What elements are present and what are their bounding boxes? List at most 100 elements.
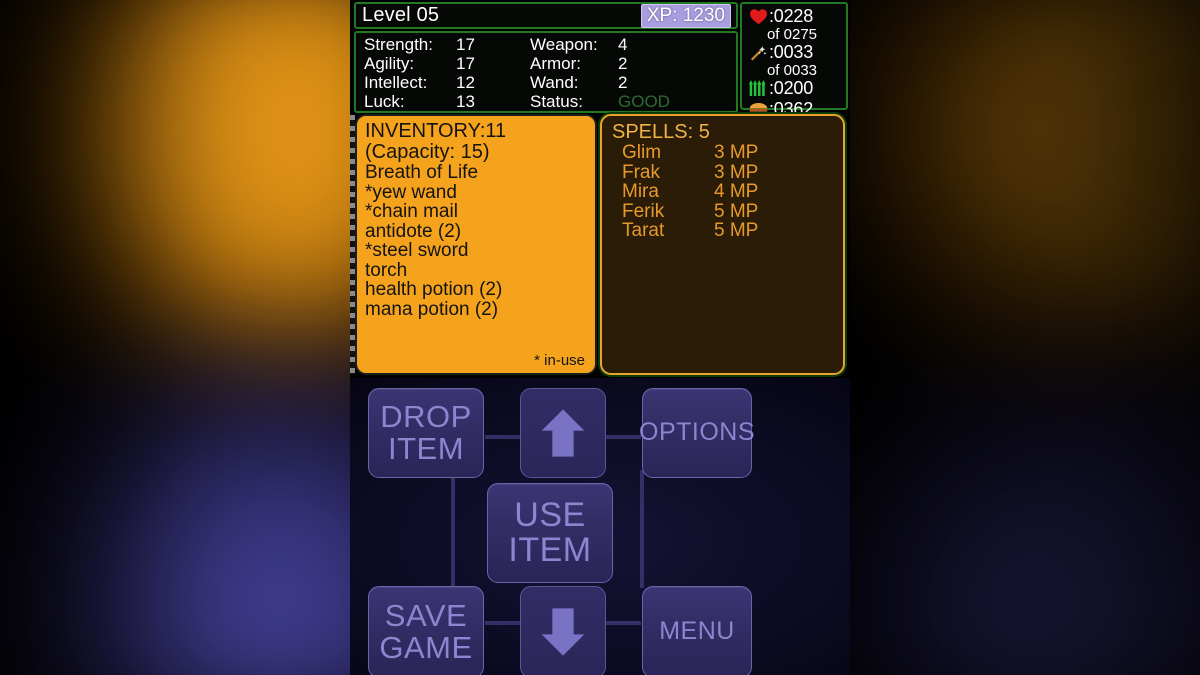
spell-name: Glim [622, 142, 662, 163]
stat-label: Strength: [364, 34, 433, 54]
inventory-list: Breath of Life *yew wand *chain mail ant… [365, 163, 587, 319]
list-item[interactable]: Frak 3 MP [612, 161, 835, 183]
options-button[interactable]: OPTIONS [639, 388, 756, 478]
screen: Level 05 XP: 1230 Strength: 17 Agility: … [0, 0, 1200, 675]
inventory-footnote: * in-use [534, 352, 585, 369]
stat-row: Status: GOOD [530, 92, 724, 111]
stat-value: 13 [456, 91, 475, 111]
save-game-button[interactable]: SAVE GAME [368, 586, 484, 675]
connector-line [605, 435, 641, 439]
hud-stats-area: Level 05 XP: 1230 Strength: 17 Agility: … [350, 0, 740, 113]
spell-cost: 5 MP [714, 200, 759, 222]
connector-line [605, 621, 641, 625]
hud: Level 05 XP: 1230 Strength: 17 Agility: … [350, 0, 850, 119]
wand-icon [747, 44, 769, 62]
stat-value: 4 [618, 34, 628, 54]
use-item-label-line2: ITEM [508, 531, 592, 569]
list-item[interactable]: *chain mail [365, 202, 587, 222]
hp-value: :0228 [769, 6, 814, 26]
stat-row: Armor: 2 [530, 54, 724, 73]
connector-line [485, 435, 521, 439]
list-item[interactable]: antidote (2) [365, 221, 587, 242]
use-item-button[interactable]: USE ITEM [487, 483, 613, 583]
stats-column-equipment: Weapon: 4 Armor: 2 Wand: 2 Status: GOOD [524, 35, 724, 111]
level-label: Level 05 [362, 4, 440, 26]
save-game-label-line2: GAME [379, 630, 473, 665]
vital-mp: :0033 [742, 42, 846, 63]
options-label: OPTIONS [639, 418, 756, 447]
stat-label: Luck: [364, 91, 405, 111]
use-item-label-line1: USE [514, 496, 586, 535]
menu-button[interactable]: MENU [642, 586, 752, 675]
list-item[interactable]: *steel sword [365, 241, 587, 261]
stat-value: 12 [456, 72, 475, 92]
connector-line [640, 470, 644, 588]
stat-row: Strength: 17 [364, 35, 524, 54]
menu-label: MENU [659, 617, 735, 646]
level-bar: Level 05 XP: 1230 [354, 2, 738, 29]
inventory-panel[interactable]: INVENTORY:11 (Capacity: 15) Breath of Li… [355, 114, 597, 375]
stat-value: 17 [456, 53, 475, 73]
stats-column-attributes: Strength: 17 Agility: 17 Intellect: 12 L… [356, 35, 524, 111]
inventory-title: INVENTORY:11 [365, 120, 507, 142]
list-item[interactable]: Glim 3 MP [612, 143, 835, 163]
arrows-icon [747, 80, 769, 98]
stat-row: Agility: 17 [364, 54, 524, 73]
stat-row: Wand: 2 [530, 73, 724, 92]
stat-row: Weapon: 4 [530, 35, 724, 54]
xp-badge: XP: 1230 [640, 3, 731, 28]
drop-item-button[interactable]: DROP ITEM [368, 388, 484, 478]
list-item[interactable]: Tarat 5 MP [612, 221, 835, 241]
spells-title: SPELLS: 5 [612, 121, 710, 143]
spell-cost: 4 MP [714, 181, 759, 202]
list-item[interactable]: torch [365, 260, 587, 281]
backdrop-right-fade [790, 0, 1200, 675]
stat-row: Luck: 13 [364, 92, 524, 111]
arrow-up-icon [541, 409, 585, 457]
spells-list: Glim 3 MP Frak 3 MP Mira 4 MP Ferik 5 MP… [612, 143, 835, 241]
mp-max: of 0033 [766, 62, 818, 79]
spell-name: Mira [622, 181, 659, 202]
list-item[interactable]: Mira 4 MP [612, 182, 835, 202]
backdrop-orange-glow [790, 0, 1200, 383]
list-item[interactable]: Ferik 5 MP [612, 200, 835, 222]
spells-panel-wrap: SPELLS: 5 Glim 3 MP Frak 3 MP Mira 4 MP [600, 112, 850, 378]
spell-name: Frak [622, 161, 660, 183]
backdrop-right [790, 0, 1200, 675]
vital-arrows: :0200 [742, 78, 846, 99]
save-game-label-line1: SAVE [384, 598, 468, 634]
backdrop-purple-glow [790, 322, 1200, 675]
list-item[interactable]: *yew wand [365, 182, 587, 203]
stat-label: Armor: [530, 53, 581, 73]
arrow-down-icon [541, 608, 585, 656]
mp-value: :0033 [769, 42, 814, 62]
spells-panel[interactable]: SPELLS: 5 Glim 3 MP Frak 3 MP Mira 4 MP [600, 114, 845, 375]
scroll-down-button[interactable] [520, 586, 606, 675]
control-pad: DROP ITEM OPTIONS USE ITEM SAVE GAME MEN… [350, 378, 850, 675]
status-badge: GOOD [618, 91, 670, 111]
list-item[interactable]: health potion (2) [365, 280, 587, 300]
stats-box: Strength: 17 Agility: 17 Intellect: 12 L… [354, 31, 738, 113]
stat-label: Weapon: [530, 34, 598, 54]
stat-value: 17 [456, 34, 475, 54]
stat-label: Intellect: [364, 72, 428, 92]
list-item[interactable]: mana potion (2) [365, 299, 587, 320]
stat-value: 2 [618, 53, 628, 73]
spell-cost: 3 MP [714, 142, 759, 163]
drop-item-label-line1: DROP [380, 399, 472, 435]
list-item[interactable]: Breath of Life [365, 163, 587, 183]
stat-label: Wand: [530, 72, 579, 92]
vital-hp: :0228 [742, 6, 846, 27]
stat-row: Intellect: 12 [364, 73, 524, 92]
inventory-panel-wrap: INVENTORY:11 (Capacity: 15) Breath of Li… [350, 112, 600, 378]
panels-row: INVENTORY:11 (Capacity: 15) Breath of Li… [350, 112, 850, 378]
arrows-value: :0200 [769, 78, 814, 98]
stat-value: 2 [618, 72, 628, 92]
vitals-panel: :0228 of 0275 :0033 of 0033:0200:0362 [740, 2, 848, 119]
game-viewport: Level 05 XP: 1230 Strength: 17 Agility: … [350, 0, 850, 675]
connector-line [485, 621, 521, 625]
spell-name: Ferik [622, 200, 665, 222]
scroll-up-button[interactable] [520, 388, 606, 478]
spell-cost: 3 MP [714, 161, 759, 183]
hp-max: of 0275 [766, 26, 818, 43]
